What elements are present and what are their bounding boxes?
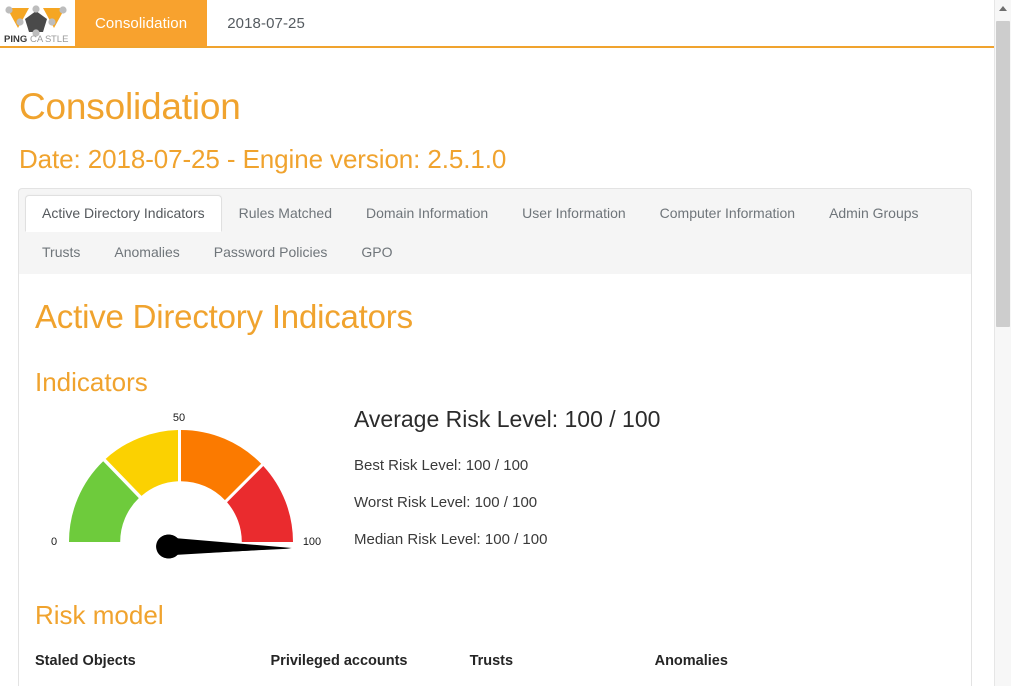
page-body: Consolidation Date: 2018-07-25 - Engine … bbox=[0, 48, 994, 686]
column-header-privileged-accounts: Privileged accounts bbox=[270, 653, 408, 669]
column-header-staled-objects: Staled Objects bbox=[35, 653, 136, 669]
gauge-tick-label-max: 100 bbox=[303, 536, 321, 548]
risk-model-heading: Risk model bbox=[35, 600, 164, 630]
tab-domain-information[interactable]: Domain Information bbox=[349, 195, 505, 232]
tab-header: Active Directory Indicators Rules Matche… bbox=[18, 188, 972, 274]
tab-active-directory-indicators[interactable]: Active Directory Indicators bbox=[25, 195, 222, 232]
risk-level-readouts: Average Risk Level: 100 / 100 Best Risk … bbox=[354, 408, 914, 569]
top-navigation-bar: PING CA S TLE Consolidation 2018-07-25 bbox=[0, 0, 994, 48]
nav-item-report-date[interactable]: 2018-07-25 bbox=[207, 0, 325, 46]
section-title: Active Directory Indicators bbox=[35, 298, 413, 335]
scrollbar-thumb[interactable] bbox=[996, 21, 1010, 327]
tab-rules-matched[interactable]: Rules Matched bbox=[222, 195, 349, 232]
vertical-scrollbar[interactable] bbox=[994, 0, 1011, 686]
indicators-heading: Indicators bbox=[35, 367, 148, 397]
gauge-tick-label-mid: 50 bbox=[173, 412, 185, 424]
tab-label: Computer Information bbox=[659, 205, 796, 221]
tab-label: GPO bbox=[361, 244, 393, 260]
browser-viewport: PING CA S TLE Consolidation 2018-07-25 C… bbox=[0, 0, 994, 686]
tab-trusts[interactable]: Trusts bbox=[25, 233, 97, 272]
nav-item-label: Consolidation bbox=[95, 14, 188, 32]
tab-label: Password Policies bbox=[213, 244, 328, 260]
tab-panel-active-directory-indicators: Active Directory Indicators Indicators 0… bbox=[18, 274, 972, 686]
tab-user-information[interactable]: User Information bbox=[505, 195, 642, 232]
worst-risk-level: Worst Risk Level: 100 / 100 bbox=[354, 494, 538, 511]
page-subtitle: Date: 2018-07-25 - Engine version: 2.5.1… bbox=[19, 144, 507, 174]
page-title: Consolidation bbox=[19, 86, 241, 127]
best-risk-level: Best Risk Level: 100 / 100 bbox=[354, 457, 529, 474]
application-window: PING CA S TLE Consolidation 2018-07-25 C… bbox=[0, 0, 1011, 686]
pingcastle-logo-icon[interactable]: PING CA S TLE bbox=[0, 0, 75, 46]
column-header-trusts: Trusts bbox=[469, 653, 514, 669]
average-risk-level: Average Risk Level: 100 / 100 bbox=[354, 406, 661, 432]
gauge-tick-label-min: 0 bbox=[51, 536, 57, 548]
svg-text:CA: CA bbox=[30, 34, 44, 44]
tab-label: Admin Groups bbox=[829, 205, 919, 221]
tab-label: Active Directory Indicators bbox=[42, 205, 205, 221]
chevron-up-icon bbox=[999, 6, 1007, 11]
risk-level-gauge: 0 50 100 bbox=[41, 402, 341, 562]
nav-item-consolidation[interactable]: Consolidation bbox=[75, 0, 208, 46]
median-risk-level: Median Risk Level: 100 / 100 bbox=[354, 531, 548, 548]
scrollbar-up-button[interactable] bbox=[995, 0, 1011, 17]
tab-admin-groups[interactable]: Admin Groups bbox=[812, 195, 935, 232]
tab-anomalies[interactable]: Anomalies bbox=[97, 233, 196, 272]
tab-computer-information[interactable]: Computer Information bbox=[643, 195, 812, 232]
tab-label: Rules Matched bbox=[238, 205, 332, 221]
tab-label: Domain Information bbox=[366, 205, 489, 221]
tab-label: Trusts bbox=[42, 244, 81, 260]
column-header-anomalies: Anomalies bbox=[654, 653, 728, 669]
tab-password-policies[interactable]: Password Policies bbox=[197, 233, 345, 272]
tab-row-secondary: Trusts Anomalies Password Policies GPO bbox=[25, 233, 965, 271]
tab-label: Anomalies bbox=[114, 244, 180, 260]
nav-item-label: 2018-07-25 bbox=[227, 14, 305, 32]
tab-card: Active Directory Indicators Rules Matche… bbox=[18, 188, 972, 686]
svg-text:PING: PING bbox=[4, 34, 27, 44]
table-header-row: Staled Objects Privileged accounts Trust… bbox=[35, 652, 935, 671]
risk-model-table: Staled Objects Privileged accounts Trust… bbox=[35, 652, 935, 671]
svg-text:TLE: TLE bbox=[51, 34, 68, 44]
tab-label: User Information bbox=[522, 205, 626, 221]
tab-row-primary: Active Directory Indicators Rules Matche… bbox=[25, 195, 965, 232]
tab-gpo[interactable]: GPO bbox=[344, 233, 409, 272]
